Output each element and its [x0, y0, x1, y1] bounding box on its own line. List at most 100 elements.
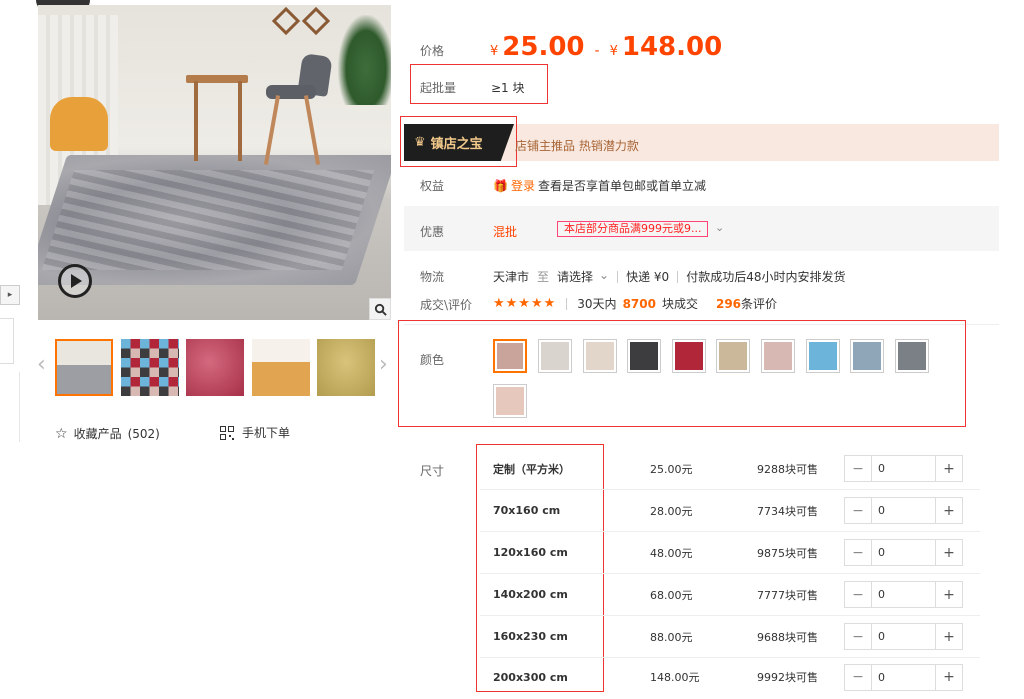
- size-price: 28.00元: [650, 504, 693, 518]
- thumb-prev-arrow[interactable]: ‹: [37, 352, 46, 377]
- quantity-input[interactable]: 0: [872, 624, 935, 649]
- size-row: 定制（平方米） 25.00元 9288块可售 − 0 +: [480, 448, 980, 490]
- color-swatch-2[interactable]: [538, 339, 572, 373]
- favorite-count: (502): [127, 426, 160, 441]
- increment-button[interactable]: +: [935, 540, 962, 565]
- increment-button[interactable]: +: [935, 498, 962, 523]
- decrement-button[interactable]: −: [845, 664, 872, 690]
- color-swatch-4[interactable]: [627, 339, 661, 373]
- logistics-label: 物流: [420, 270, 445, 284]
- quantity-stepper: − 0 +: [844, 455, 963, 482]
- color-swatch-3[interactable]: [583, 339, 617, 373]
- gift-icon: 🎁: [493, 178, 508, 193]
- decrement-button[interactable]: −: [845, 540, 872, 565]
- size-name: 140x200 cm: [493, 588, 568, 601]
- quantity-stepper: − 0 +: [844, 623, 963, 650]
- color-swatch-8[interactable]: [806, 339, 840, 373]
- size-label: 尺寸: [420, 464, 445, 478]
- size-stock: 9688块可售: [757, 630, 818, 644]
- rating-stars: ★★★★★: [493, 296, 557, 311]
- quantity-input[interactable]: 0: [872, 540, 935, 565]
- banner-text: 店铺主推品 热销潜力款: [515, 139, 639, 153]
- logistics-row: 天津市 至 请选择 ⌄ 快递 ¥0 付款成功后48小时内安排发货: [493, 268, 845, 285]
- rights-text: 查看是否享首单包邮或首单立减: [537, 179, 706, 193]
- favorite-button[interactable]: ☆ 收藏产品 (502): [55, 425, 160, 442]
- size-price: 25.00元: [650, 462, 693, 476]
- increment-button[interactable]: +: [935, 582, 962, 607]
- color-highlight: [398, 320, 966, 427]
- table-leg-graphic: [238, 81, 242, 161]
- chair-seat-graphic: [266, 85, 316, 99]
- sold-suffix: 块成交: [661, 297, 698, 311]
- expand-arrow-icon[interactable]: ▸: [0, 285, 20, 305]
- review-count[interactable]: 296: [716, 297, 741, 311]
- thumb-next-arrow[interactable]: ›: [379, 352, 388, 377]
- wall-frame-graphic: [271, 6, 301, 36]
- express-fee: 快递 ¥0: [626, 270, 670, 284]
- quantity-input[interactable]: 0: [872, 498, 935, 523]
- decrement-button[interactable]: −: [845, 624, 872, 649]
- to-label: 至: [537, 270, 550, 284]
- color-swatch-1[interactable]: [493, 339, 527, 373]
- badge-highlight: [400, 116, 517, 167]
- destination-select[interactable]: 请选择 ⌄: [557, 268, 609, 285]
- increment-button[interactable]: +: [935, 624, 962, 649]
- increment-button[interactable]: +: [935, 456, 962, 481]
- size-row: 200x300 cm 148.00元 9992块可售 − 0 +: [480, 656, 980, 698]
- review-suffix: 条评价: [741, 297, 778, 311]
- coupon-tag[interactable]: 本店部分商品满999元或9...: [557, 221, 709, 237]
- increment-button[interactable]: +: [935, 664, 962, 690]
- thumbnail-1[interactable]: [55, 339, 113, 396]
- currency-symbol: ¥: [609, 44, 618, 59]
- divider: [617, 270, 619, 283]
- divider: [677, 270, 679, 283]
- thumbnail-3[interactable]: [186, 339, 244, 396]
- size-name: 120x160 cm: [493, 546, 568, 559]
- decrement-button[interactable]: −: [845, 582, 872, 607]
- swatch-fill: [764, 342, 792, 370]
- destination-value: 请选择: [557, 270, 594, 284]
- play-video-button[interactable]: [58, 264, 92, 298]
- price-range: ¥ 25.00 - ¥ 148.00: [490, 32, 722, 62]
- main-product-image[interactable]: [38, 5, 391, 320]
- swatch-fill: [809, 342, 837, 370]
- price-dash: -: [594, 43, 600, 59]
- currency-symbol: ¥: [490, 44, 499, 59]
- side-panel-edge-lower: [0, 372, 20, 442]
- chevron-down-icon[interactable]: ⌄: [715, 221, 724, 234]
- mobile-order-button[interactable]: 手机下单: [220, 424, 290, 441]
- color-swatch-6[interactable]: [716, 339, 750, 373]
- size-row: 160x230 cm 88.00元 9688块可售 − 0 +: [480, 616, 980, 658]
- thumbnail-5[interactable]: [317, 339, 375, 396]
- decrement-button[interactable]: −: [845, 456, 872, 481]
- decrement-button[interactable]: −: [845, 498, 872, 523]
- color-swatch-7[interactable]: [761, 339, 795, 373]
- size-row: 70x160 cm 28.00元 7734块可售 − 0 +: [480, 490, 980, 532]
- size-row: 140x200 cm 68.00元 7777块可售 − 0 +: [480, 574, 980, 616]
- quantity-input[interactable]: 0: [872, 665, 935, 690]
- login-link[interactable]: 登录: [511, 177, 535, 194]
- quantity-input[interactable]: 0: [872, 456, 935, 481]
- table-leg-graphic: [194, 81, 198, 161]
- swatch-fill: [586, 342, 614, 370]
- color-swatch-10[interactable]: [895, 339, 929, 373]
- thumbnail-2[interactable]: [121, 339, 179, 396]
- color-swatch-11[interactable]: [493, 384, 527, 418]
- swatch-fill: [630, 342, 658, 370]
- sold-count: 8700: [622, 296, 656, 311]
- zoom-button[interactable]: [369, 298, 391, 320]
- reviews-label: 成交\评价: [420, 298, 473, 312]
- swatch-fill: [719, 342, 747, 370]
- discount-label: 优惠: [420, 225, 445, 239]
- size-name: 200x300 cm: [493, 670, 568, 684]
- thumbnail-4[interactable]: [252, 339, 310, 396]
- price-low: 25.00: [502, 32, 585, 62]
- size-row: 120x160 cm 48.00元 9875块可售 − 0 +: [480, 532, 980, 574]
- star-outline-icon: ☆: [55, 425, 68, 442]
- color-swatch-5[interactable]: [672, 339, 706, 373]
- size-price: 148.00元: [650, 671, 700, 684]
- side-panel-edge: [0, 318, 14, 364]
- quantity-input[interactable]: 0: [872, 582, 935, 607]
- stool-graphic: [50, 97, 108, 151]
- color-swatch-9[interactable]: [850, 339, 884, 373]
